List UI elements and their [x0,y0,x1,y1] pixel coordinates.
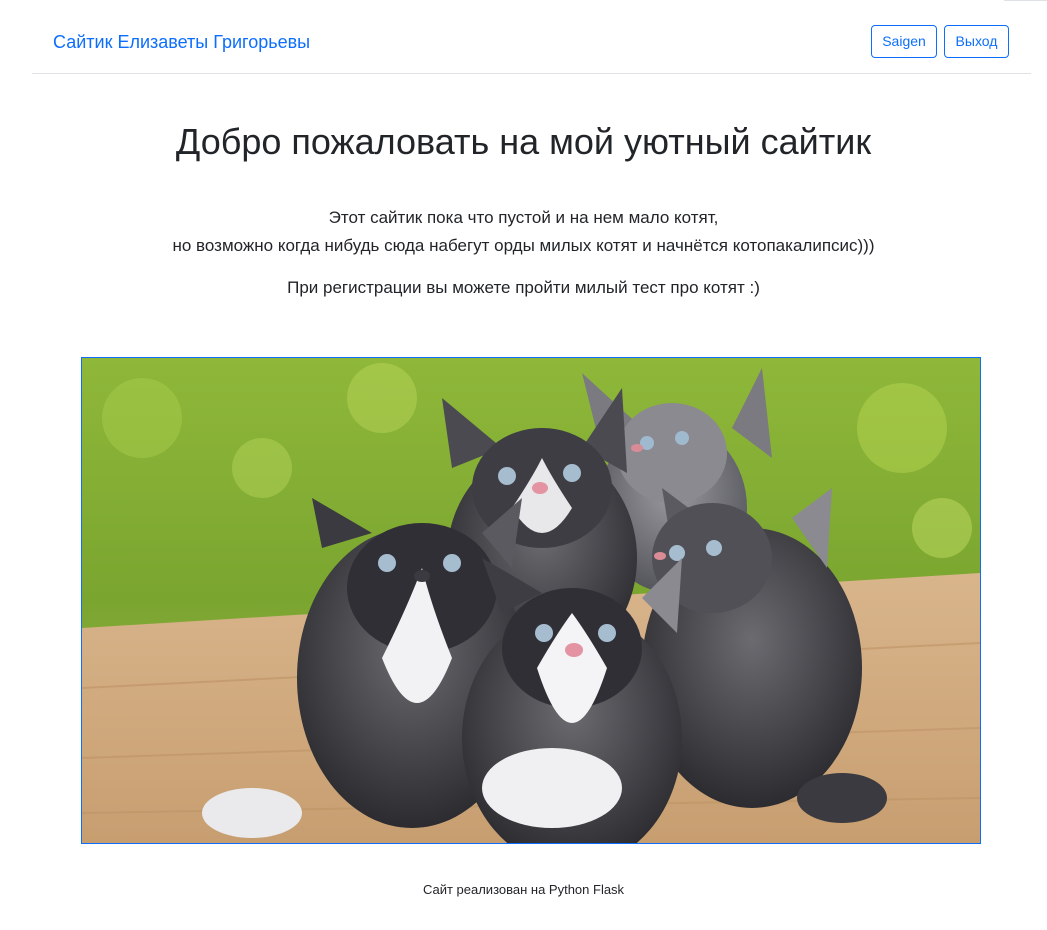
kittens-photo [81,357,981,844]
logout-button[interactable]: Выход [944,25,1009,58]
intro-line-1: Этот сайтик пока что пустой и на нем мал… [328,208,719,227]
registration-note: При регистрации вы можете пройти милый т… [287,278,760,297]
intro-line-2: но возможно когда нибудь сюда набегут ор… [172,236,875,255]
brand-link[interactable]: Сайтик Елизаветы Григорьевы [53,31,310,53]
navbar: Сайтик Елизаветы Григорьевы Saigen Выход [32,0,1031,74]
intro-text: Этот сайтик пока что пустой и на нем мал… [0,204,1047,260]
navbar-actions: Saigen Выход [871,25,1009,58]
page: Сайтик Елизаветы Григорьевы Saigen Выход… [0,0,1047,930]
page-title: Добро пожаловать на мой уютный сайтик [175,121,872,162]
user-profile-button[interactable]: Saigen [871,25,937,58]
kittens-photo-icon [82,358,980,843]
footer-text: Сайт реализован на Python Flask [422,882,625,897]
